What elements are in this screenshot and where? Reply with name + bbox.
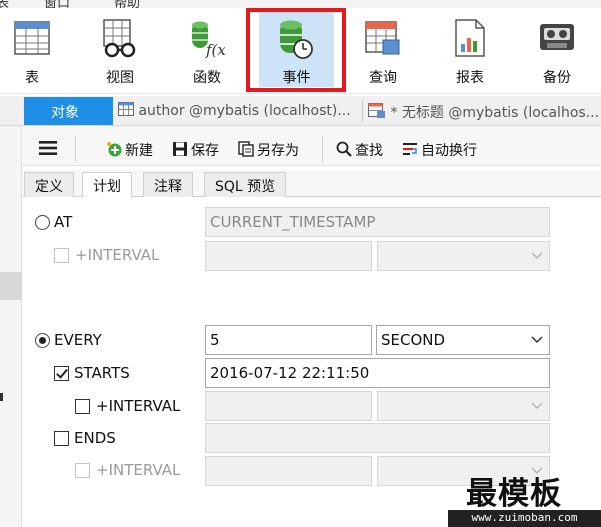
tab-label: * 无标题 @mybatis (localhos... <box>390 105 600 121</box>
starts-interval-value-field <box>205 391 372 421</box>
word-wrap-button[interactable]: 自动换行 <box>402 140 477 160</box>
tab-author-table[interactable]: author @mybatis (localhost)... <box>118 102 351 119</box>
at-label: AT <box>54 213 73 231</box>
ribbon-label: 报表 <box>456 70 484 86</box>
at-radio[interactable] <box>35 215 50 230</box>
chevron-down-icon <box>531 252 543 260</box>
tab-schedule[interactable]: 计划 <box>82 172 132 198</box>
new-icon <box>107 142 122 157</box>
save-as-button[interactable]: 另存为 <box>238 140 299 160</box>
left-panel-marker <box>0 393 3 401</box>
find-button[interactable]: 查找 <box>336 140 383 160</box>
ribbon-label: 表 <box>25 70 39 86</box>
at-timestamp-field: CURRENT_TIMESTAMP <box>205 207 550 237</box>
every-radio[interactable] <box>35 333 50 348</box>
ribbon-button-function[interactable]: f(x) 函数 <box>172 10 242 90</box>
ribbon-label: 视图 <box>106 70 134 86</box>
save-icon <box>173 142 187 156</box>
every-label: EVERY <box>54 331 102 349</box>
starts-label: STARTS <box>74 364 130 382</box>
new-label: 新建 <box>125 143 153 159</box>
table-icon <box>118 102 134 116</box>
event-tab-icon <box>368 103 385 118</box>
ends-interval-value-field <box>205 456 372 486</box>
search-icon <box>336 141 352 157</box>
tab-comment[interactable]: 注释 <box>143 172 193 197</box>
backup-icon <box>540 24 574 50</box>
watermark-title: 最模板 <box>466 476 562 512</box>
menu-item-help[interactable]: 帮助 <box>114 0 140 8</box>
every-interval-unit-select[interactable]: SECOND <box>376 325 550 355</box>
at-interval-value-field <box>205 241 372 271</box>
at-interval-label: +INTERVAL <box>75 246 160 264</box>
ribbon-button-query[interactable]: 查询 <box>348 10 418 90</box>
ends-checkbox[interactable] <box>54 431 69 446</box>
starts-checkbox[interactable] <box>54 366 69 381</box>
ends-label: ENDS <box>74 429 116 447</box>
ends-interval-checkbox <box>75 463 90 478</box>
toolbar-separator <box>322 136 323 162</box>
chevron-down-icon <box>531 402 543 410</box>
find-label: 查找 <box>355 143 383 159</box>
save-button[interactable]: 保存 <box>172 140 219 160</box>
word-wrap-icon <box>403 143 417 155</box>
starts-interval-checkbox[interactable] <box>75 399 90 414</box>
hamburger-icon <box>39 141 57 155</box>
tab-object[interactable]: 对象 <box>24 97 113 125</box>
watermark-url: www.zuimoban.com <box>448 510 601 527</box>
ribbon-label: 查询 <box>369 70 397 86</box>
svg-text:f(x): f(x) <box>205 41 225 58</box>
toolbar-separator <box>75 136 76 162</box>
watermark: 最模板 www.zuimoban.com <box>448 468 601 527</box>
table-icon <box>14 21 50 55</box>
menu-button[interactable] <box>38 139 58 159</box>
left-panel-selection <box>0 272 22 300</box>
tab-definition[interactable]: 定义 <box>24 172 74 197</box>
ends-datetime-field <box>205 423 550 453</box>
menu-item-table[interactable]: 表 <box>0 0 9 8</box>
query-icon <box>365 21 400 55</box>
left-panel-edge <box>0 126 22 527</box>
ribbon-button-report[interactable]: 报表 <box>435 10 505 90</box>
every-unit-value: SECOND <box>381 331 446 349</box>
ribbon-button-backup[interactable]: 备份 <box>522 10 592 90</box>
menu-item-window[interactable]: 窗口 <box>44 0 70 8</box>
tab-sql-preview[interactable]: SQL 预览 <box>204 172 287 197</box>
view-icon <box>103 19 136 58</box>
tab-divider <box>362 100 363 122</box>
ends-interval-label: +INTERVAL <box>96 461 181 479</box>
starts-datetime-field[interactable]: 2016-07-12 22:11:50 <box>205 358 550 388</box>
function-icon: f(x) <box>192 21 225 58</box>
starts-interval-unit-select <box>377 391 550 421</box>
chevron-down-icon <box>531 336 543 344</box>
save-label: 保存 <box>191 143 219 159</box>
every-interval-value-field[interactable]: 5 <box>205 325 372 355</box>
ribbon-label: 备份 <box>543 70 571 86</box>
tab-untitled-event[interactable]: * 无标题 @mybatis (localhos... <box>368 102 599 122</box>
menubar: 表 窗口 帮助 <box>0 0 601 8</box>
save-as-icon <box>238 141 254 157</box>
tab-label: author @mybatis (localhost)... <box>138 103 351 119</box>
new-button[interactable]: 新建 <box>106 140 153 160</box>
ribbon-label: 函数 <box>193 70 221 86</box>
report-icon <box>455 19 485 57</box>
save-as-label: 另存为 <box>257 143 299 159</box>
at-interval-checkbox <box>54 248 69 263</box>
starts-interval-label: +INTERVAL <box>96 397 181 415</box>
ribbon-button-view[interactable]: 视图 <box>85 10 155 90</box>
at-interval-unit-select <box>377 241 550 271</box>
word-wrap-label: 自动换行 <box>421 143 477 159</box>
event-button-highlight <box>246 8 346 92</box>
ribbon-button-table[interactable]: 表 <box>0 10 67 90</box>
